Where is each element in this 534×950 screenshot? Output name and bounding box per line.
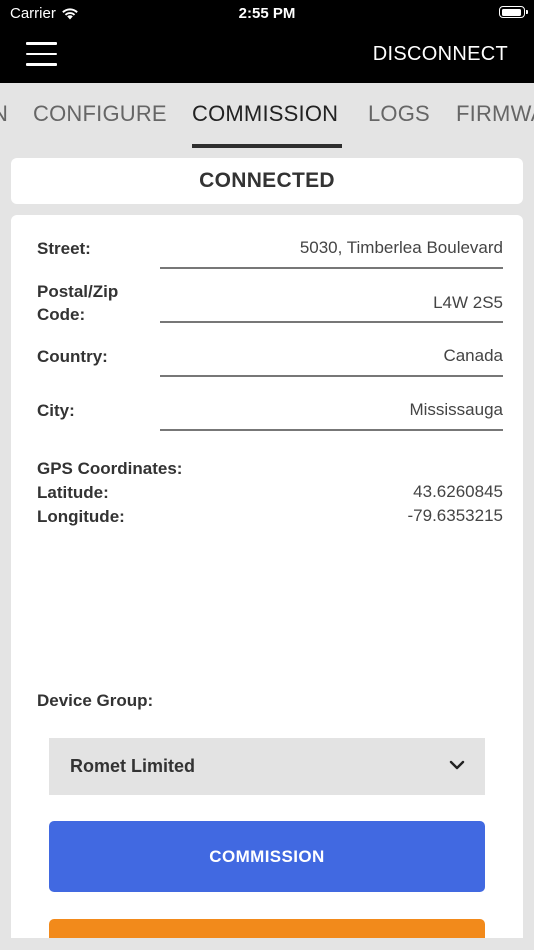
street-label: Street: [37,239,91,258]
longitude-value: -79.6353215 [407,506,503,525]
street-field[interactable]: 5030, Timberlea Boulevard [300,238,503,258]
city-label: City: [37,401,75,420]
chevron-down-icon [449,760,465,770]
longitude-label: Longitude: [37,507,125,526]
battery-icon [499,6,528,18]
connection-status-card: CONNECTED [11,158,523,204]
device-group-label: Device Group: [37,691,154,710]
hamburger-menu-icon[interactable] [26,42,57,66]
gps-coordinates-label: GPS Coordinates: [37,459,183,478]
city-field[interactable]: Mississauga [409,400,503,420]
postal-label: Postal/Zip Code: [37,282,119,324]
country-underline [160,375,503,377]
status-time: 2:55 PM [238,5,296,22]
device-group-selected: Romet Limited [70,756,196,776]
tab-logs[interactable]: LOGS [368,101,430,127]
tab-bar: N CONFIGURE COMMISSION LOGS FIRMWA [0,83,534,150]
postal-underline [160,321,503,323]
top-bar: Carrier 2:55 PM DISCONNECT [0,0,534,83]
device-group-select[interactable]: Romet Limited [49,738,485,795]
disconnect-button[interactable]: DISCONNECT [373,43,508,66]
commission-form: Street: 5030, Timberlea Boulevard Postal… [11,215,523,950]
bottom-safe-area [0,938,534,950]
connection-status-label: CONNECTED [199,169,335,192]
latitude-label: Latitude: [37,483,109,502]
active-tab-indicator [192,144,342,148]
city-underline [160,429,503,431]
tab-firmware[interactable]: FIRMWA [456,101,534,127]
tab-partial-left[interactable]: N [0,101,8,127]
street-underline [160,267,503,269]
country-label: Country: [37,347,108,366]
country-field[interactable]: Canada [443,346,503,366]
tab-commission[interactable]: COMMISSION [192,101,338,127]
commission-button[interactable]: COMMISSION [49,821,485,892]
latitude-value: 43.6260845 [413,482,503,501]
tab-configure[interactable]: CONFIGURE [33,101,167,127]
postal-code-field[interactable]: L4W 2S5 [433,293,503,313]
